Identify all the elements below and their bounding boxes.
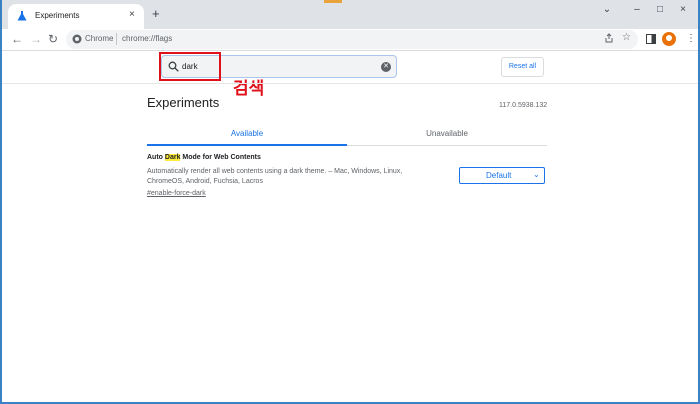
- back-button[interactable]: ←: [11, 32, 23, 46]
- scheme-label: Chrome: [85, 34, 114, 43]
- minimize-button[interactable]: –: [630, 4, 644, 16]
- experiment-title-prefix: Auto: [147, 154, 165, 161]
- close-tab-icon[interactable]: ×: [129, 9, 135, 21]
- experiment-title-suffix: Mode for Web Contents: [180, 154, 261, 161]
- bookmark-star-icon[interactable]: ☆: [622, 32, 631, 43]
- experiment-title: Auto Dark Mode for Web Contents: [147, 154, 261, 161]
- side-panel-icon[interactable]: [646, 34, 656, 44]
- profile-avatar[interactable]: [662, 32, 676, 46]
- active-tab-indicator: [147, 144, 347, 146]
- share-icon[interactable]: [604, 33, 614, 43]
- flask-icon: [17, 11, 27, 21]
- chevron-down-icon: ⌄: [533, 170, 540, 179]
- header-divider: [2, 83, 698, 84]
- tab-experiments[interactable]: Experiments ×: [8, 4, 144, 29]
- version-label: 117.0.5938.132: [499, 102, 548, 109]
- search-callout-label: 검색: [233, 79, 265, 98]
- tab-search-chevron-icon[interactable]: ⌄: [600, 4, 614, 16]
- address-bar[interactable]: Chrome chrome://flags ☆: [66, 30, 638, 49]
- page-title: Experiments: [147, 95, 220, 110]
- close-window-button[interactable]: ×: [676, 4, 690, 16]
- experiment-state-value: Default: [486, 171, 512, 180]
- menu-icon[interactable]: ⋮: [686, 33, 696, 45]
- url-text[interactable]: chrome://flags: [122, 34, 172, 43]
- search-callout-box: [159, 52, 221, 81]
- maximize-button[interactable]: □: [653, 4, 667, 16]
- experiment-state-select[interactable]: Default ⌄: [459, 167, 545, 184]
- tab-unavailable[interactable]: Unavailable: [347, 124, 547, 146]
- toolbar: ← → ↻ Chrome chrome://flags ☆ ⋮: [2, 29, 698, 51]
- experiment-description: Automatically render all web contents us…: [147, 168, 403, 185]
- forward-button[interactable]: →: [30, 32, 42, 46]
- tab-title: Experiments: [35, 11, 80, 20]
- browser-window: Experiments × + ⌄ – □ × ← → ↻ Chrome chr…: [0, 0, 700, 404]
- omnibox-divider: [116, 33, 117, 45]
- experiment-permalink[interactable]: #enable-force-dark: [147, 190, 206, 197]
- new-tab-button[interactable]: +: [152, 6, 160, 22]
- tab-available[interactable]: Available: [147, 124, 347, 146]
- reset-all-button[interactable]: Reset all: [501, 57, 544, 77]
- tab-strip: Experiments × + ⌄ – □ ×: [2, 0, 698, 29]
- reload-button[interactable]: ↻: [48, 32, 58, 46]
- search-match-highlight: Dark: [164, 154, 181, 161]
- window-accent: [324, 0, 342, 3]
- chrome-icon: [72, 34, 82, 44]
- clear-search-icon[interactable]: ✕: [381, 62, 391, 72]
